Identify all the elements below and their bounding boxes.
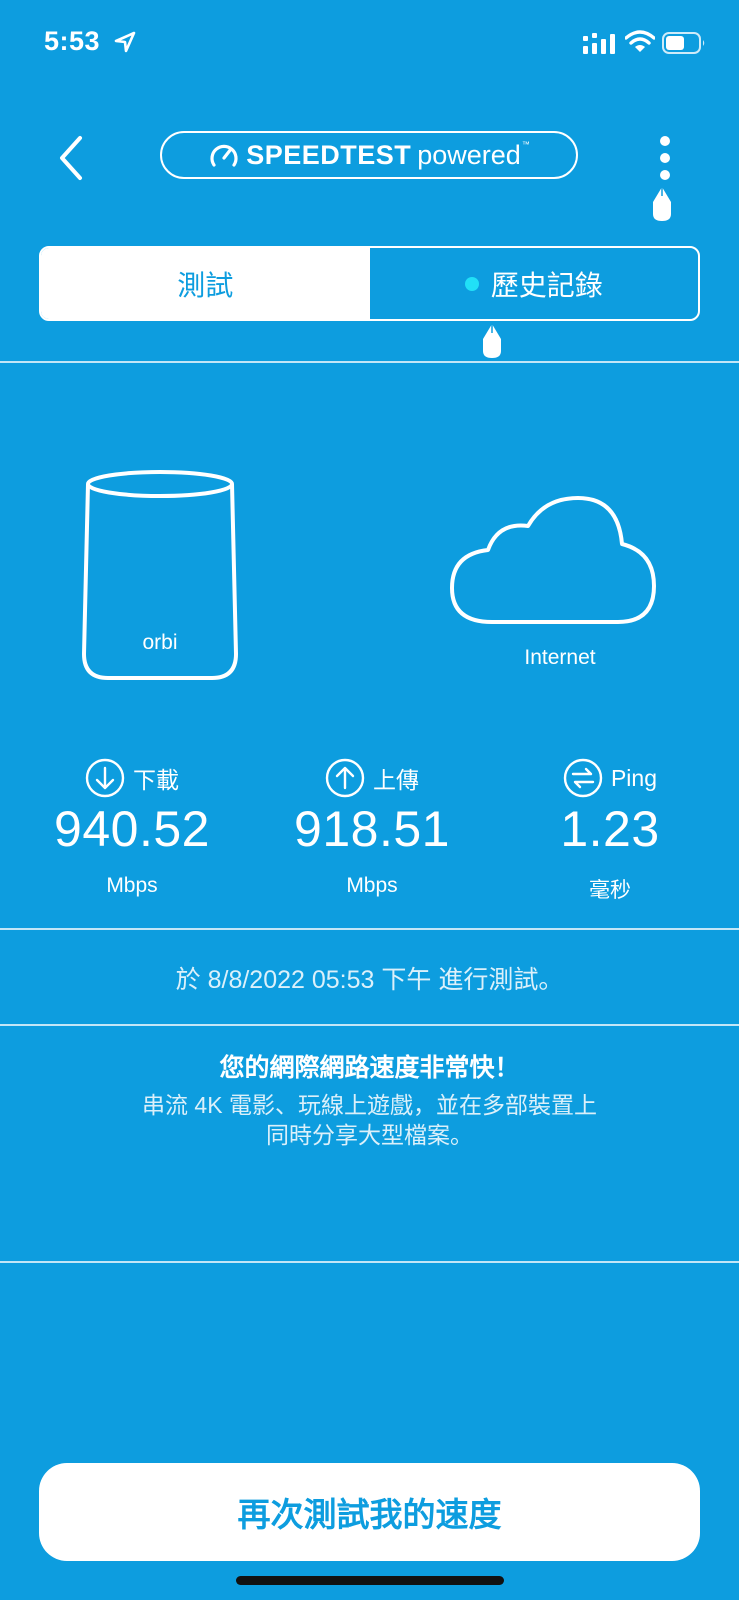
tab-test-label: 測試 [177,269,234,301]
divider [0,361,739,363]
speedometer-icon [210,144,238,167]
ping-arrows-icon [563,758,603,798]
speedtest-logo: SPEEDTEST powered™ [160,131,578,179]
battery-icon [662,32,705,54]
divider [0,928,739,930]
upload-arrow-icon [325,758,365,798]
result-message-line: 同時分享大型檔案。 [266,1122,473,1148]
ping-metric: Ping 1.23 毫秒 [490,758,730,904]
tab-test[interactable]: 測試 [41,248,370,319]
download-arrow-icon [85,758,125,798]
download-unit: Mbps [106,874,158,897]
divider [0,1024,739,1026]
download-label: 下載 [133,767,179,793]
history-indicator-dot [464,276,479,291]
logo-brand: SPEEDTEST [246,139,412,170]
upload-value: 918.51 [294,801,450,857]
tap-hint-cursor-icon [653,187,671,221]
divider [0,1261,739,1263]
download-metric: 下載 940.52 Mbps [12,758,252,898]
tab-history[interactable]: 歷史記錄 [370,248,699,319]
retest-button-label: 再次測試我的速度 [237,1496,502,1533]
result-message-line: 串流 4K 電影、玩線上遊戲，並在多部裝置上 [142,1092,597,1118]
tab-history-label: 歷史記錄 [490,269,603,301]
tap-hint-cursor-icon [483,324,501,358]
back-chevron-icon[interactable] [50,130,90,186]
location-arrow-icon [114,31,136,53]
home-indicator[interactable] [236,1576,504,1585]
cloud-icon [450,496,656,624]
router-icon: orbi [82,470,238,680]
internet-label: Internet [524,646,596,669]
retest-button[interactable]: 再次測試我的速度 [39,1463,700,1561]
test-timestamp: 於 8/8/2022 05:53 下午 進行測試。 [175,966,564,994]
wifi-icon [625,30,655,52]
status-time: 5:53 [44,26,101,56]
ping-unit: 毫秒 [589,879,631,902]
signal-icon [583,33,615,54]
logo-powered: powered™ [417,139,530,170]
upload-metric: 上傳 918.51 Mbps [252,758,492,898]
logo-tm: ™ [521,139,530,149]
ping-label: Ping [610,764,658,791]
segmented-tabs: 測試 歷史記錄 [39,246,700,321]
ping-value: 1.23 [560,801,660,857]
result-message-title: 您的網際網路速度非常快！ [219,1054,520,1082]
upload-label: 上傳 [373,767,419,793]
upload-unit: Mbps [346,874,398,897]
router-brand: orbi [142,631,177,654]
download-value: 940.52 [54,801,210,857]
result-message-body: 串流 4K 電影、玩線上遊戲，並在多部裝置上 同時分享大型檔案。 [90,1090,649,1150]
more-vertical-icon[interactable] [650,134,680,182]
